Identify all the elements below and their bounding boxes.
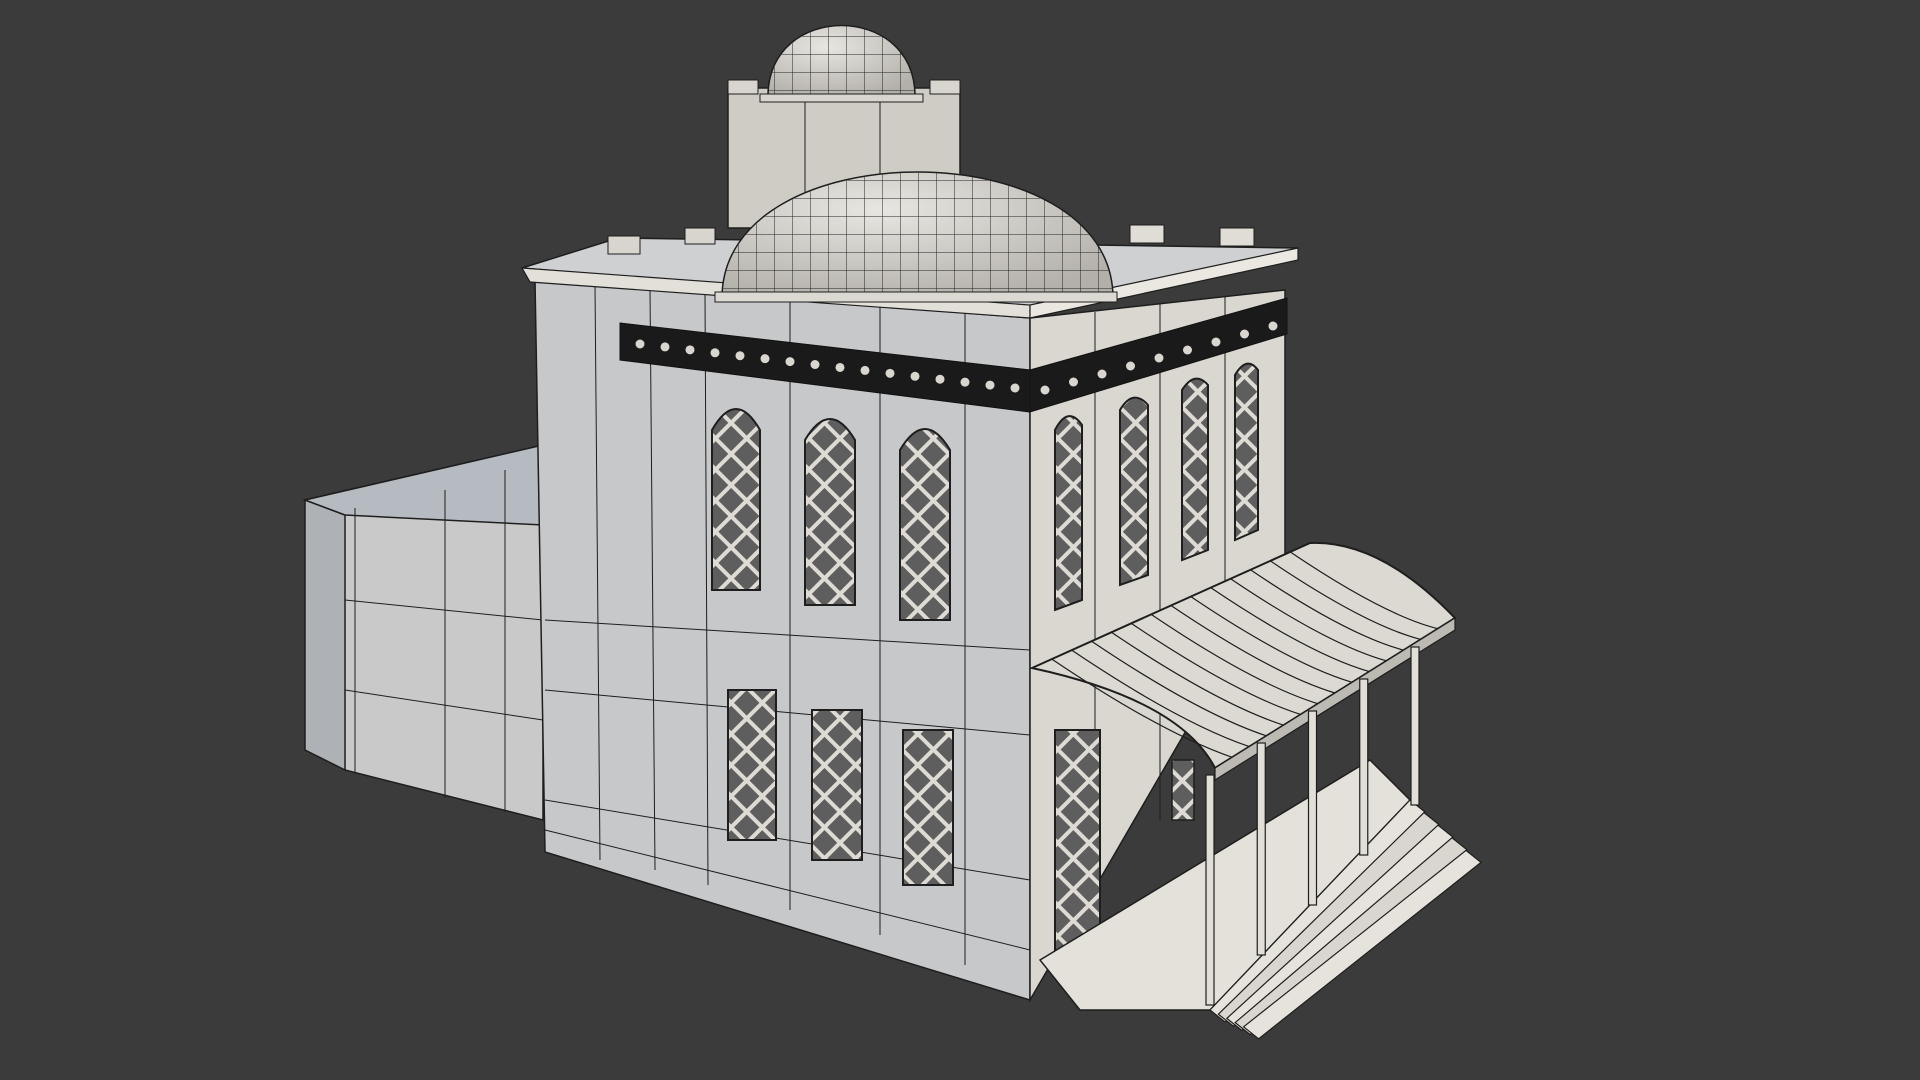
porch-column [1359, 678, 1369, 856]
frieze-dot [1240, 329, 1249, 339]
frieze-dot [810, 360, 820, 370]
frieze-dot [1268, 321, 1278, 331]
frieze-dot [1069, 377, 1078, 387]
building-render [302, 24, 1482, 1040]
frieze-dot [1126, 361, 1135, 371]
porch-column [1410, 646, 1420, 806]
frieze-dot [1211, 337, 1221, 347]
frieze-dot [635, 339, 645, 349]
front-windows-upper [711, 408, 951, 621]
frieze-dot [1097, 369, 1107, 379]
frieze-dot [960, 377, 970, 387]
frieze-dot [910, 371, 920, 381]
frieze-dot [1040, 385, 1050, 395]
frieze-dot [685, 345, 695, 355]
frieze-dot [885, 368, 895, 378]
porch-column [1307, 710, 1318, 906]
frieze-dot [785, 357, 795, 367]
frieze-dot [710, 348, 720, 358]
3d-viewport[interactable] [0, 0, 1920, 1080]
frieze-dot [760, 354, 770, 364]
frieze-dot [1010, 383, 1020, 393]
frieze-dot [735, 351, 745, 361]
porch-column [1205, 774, 1215, 1006]
frieze-dot [985, 380, 995, 390]
annex-block [302, 444, 544, 821]
frieze-dot [660, 342, 670, 352]
small-dome [759, 24, 924, 103]
frieze-dot [1183, 345, 1192, 355]
frieze-dot [1154, 353, 1164, 363]
frieze-dot [835, 362, 845, 372]
porch-column [1256, 742, 1266, 956]
frieze-dot [860, 365, 870, 375]
frieze-dot [935, 374, 945, 384]
